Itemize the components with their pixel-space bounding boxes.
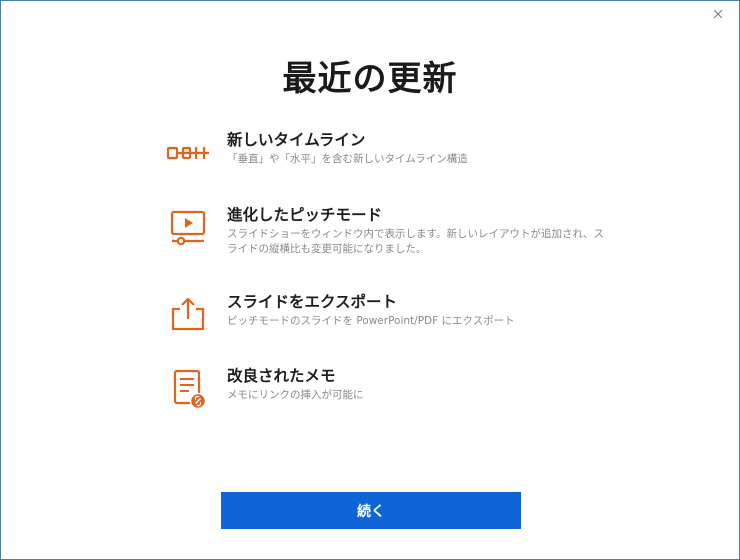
feature-description: ピッチモードのスライドを PowerPoint/PDF にエクスポート <box>227 315 515 327</box>
feature-text: 改良されたメモ メモにリンクの挿入が可能に <box>227 365 607 403</box>
pitch-mode-icon <box>165 208 211 254</box>
feature-title: 改良されたメモ <box>227 367 336 385</box>
feature-title: 新しいタイムライン <box>227 131 366 149</box>
dialog-title: 最近の更新 <box>282 59 458 99</box>
continue-button[interactable]: 続く <box>221 492 521 529</box>
feature-title: 進化したピッチモード <box>227 206 383 224</box>
feature-text: 進化したピッチモード スライドショーをウィンドウ内で表示します。新しいレイアウト… <box>227 204 607 257</box>
feature-title: スライドをエクスポート <box>227 293 398 311</box>
feature-description: 「垂直」や「水平」を含む新しいタイムライン構造 <box>227 153 468 165</box>
notes-link-icon <box>165 369 211 415</box>
feature-text: 新しいタイムライン 「垂直」や「水平」を含む新しいタイムライン構造 <box>227 129 607 167</box>
feature-description: スライドショーをウィンドウ内で表示します。新しいレイアウトが追加され、スライドの… <box>227 228 605 255</box>
whats-new-dialog: 最近の更新 新しいタイムライン 「垂直」や「水平」を含む新しいタイムライン構造 <box>0 0 740 560</box>
timeline-icon <box>165 133 211 179</box>
close-icon <box>713 9 723 19</box>
feature-description: メモにリンクの挿入が可能に <box>227 389 364 401</box>
close-button[interactable] <box>709 5 727 23</box>
feature-text: スライドをエクスポート ピッチモードのスライドを PowerPoint/PDF … <box>227 291 607 329</box>
export-icon <box>165 295 211 341</box>
